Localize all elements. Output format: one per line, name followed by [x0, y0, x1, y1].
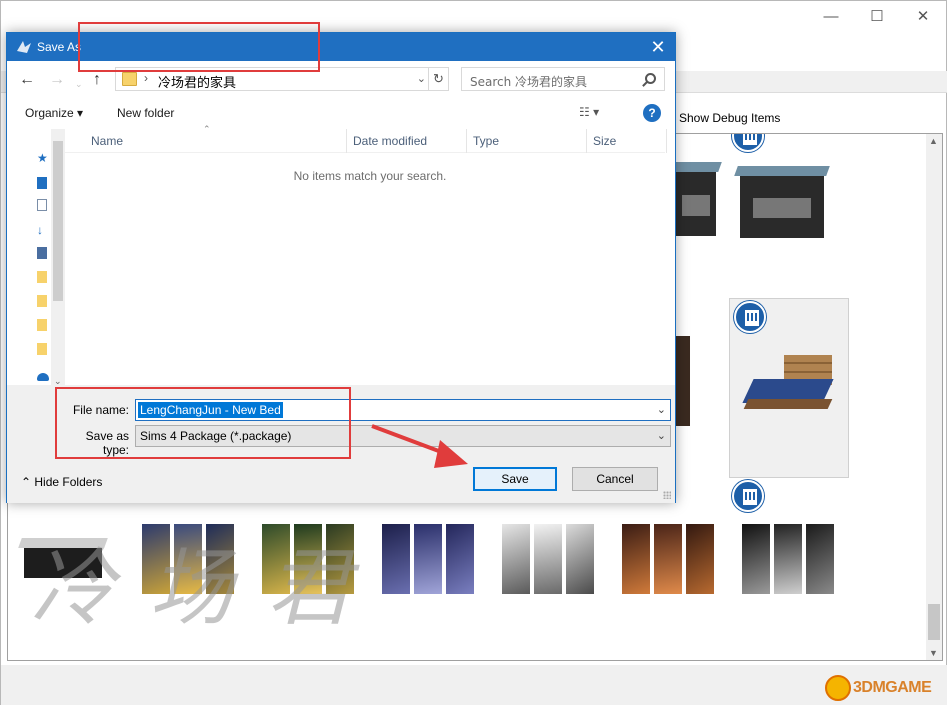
navigation-pane: ★ ↓ ⌄	[7, 129, 65, 389]
pictures-icon[interactable]	[37, 247, 47, 259]
folder-icon[interactable]	[37, 343, 47, 355]
view-options-icon[interactable]: ☷ ▾	[579, 105, 599, 119]
up-arrow-icon[interactable]: ↑	[93, 72, 101, 88]
building-icon	[734, 301, 766, 333]
command-bar: Organize ▾ New folder ☷ ▾ ?	[7, 101, 675, 127]
recent-locations-chevron-icon[interactable]: ⌄	[75, 76, 83, 92]
catalog-scrollbar[interactable]: ▲ ▼	[926, 134, 942, 660]
column-size[interactable]: Size	[587, 129, 667, 153]
search-input[interactable]: Search 冷场君的家具	[461, 67, 665, 91]
catalog-item-stove[interactable]	[670, 162, 722, 238]
refresh-icon[interactable]: ↻	[428, 68, 448, 90]
catalog-item-stove[interactable]	[734, 164, 830, 240]
documents-icon[interactable]	[37, 199, 47, 211]
search-placeholder: Search 冷场君的家具	[470, 75, 588, 89]
building-icon	[732, 134, 764, 152]
save-as-type-dropdown-chevron-icon[interactable]: ⌄	[657, 429, 666, 442]
column-name[interactable]: Name	[85, 129, 347, 153]
downloads-icon[interactable]: ↓	[37, 223, 47, 237]
file-name-dropdown-chevron-icon[interactable]: ⌄	[657, 403, 666, 416]
cancel-button[interactable]: Cancel	[572, 467, 658, 491]
back-arrow-icon[interactable]: ←	[19, 72, 35, 88]
folder-icon[interactable]	[37, 319, 47, 331]
catalog-item-wall-art[interactable]	[502, 524, 598, 594]
empty-list-message: No items match your search.	[293, 169, 447, 183]
catalog-item-wall-art[interactable]	[622, 524, 718, 594]
column-type[interactable]: Type	[467, 129, 587, 153]
save-options-pane: File name: LengChangJun - New Bed ⌄ Save…	[7, 385, 675, 503]
column-headers: Name ⌃ Date modified Type Size	[65, 124, 667, 153]
catalog-item-bed-selected[interactable]	[729, 298, 849, 478]
minimize-button[interactable]: —	[821, 7, 841, 27]
catalog-item-wall-art[interactable]	[742, 524, 838, 594]
scroll-up-icon[interactable]: ▲	[929, 136, 938, 146]
logo-text: 3DMGAME	[853, 679, 932, 696]
bed-image	[740, 355, 840, 415]
catalog-item-cooktop[interactable]	[18, 534, 108, 584]
quick-access-star-icon[interactable]: ★	[37, 151, 48, 165]
file-list[interactable]: Name ⌃ Date modified Type Size No items …	[65, 124, 675, 385]
column-date-modified[interactable]: Date modified	[347, 129, 467, 153]
navigation-bar: ← → ⌄ ↑ › 冷场君的家具 ⌄ ↻ Search 冷场君的家具	[7, 61, 675, 101]
save-as-type-label: Save as type:	[85, 429, 129, 457]
address-bar[interactable]: › 冷场君的家具 ⌄ ↻	[115, 67, 449, 91]
onedrive-icon[interactable]	[37, 373, 49, 381]
folder-icon	[122, 72, 137, 86]
close-app-button[interactable]: ✕	[913, 7, 933, 27]
building-icon	[732, 480, 764, 512]
maximize-button[interactable]: ☐	[867, 7, 887, 27]
navpane-scroll-thumb[interactable]	[53, 141, 63, 301]
save-as-dialog: Save As ✕ ← → ⌄ ↑ › 冷场君的家具 ⌄ ↻ Search 冷场…	[6, 32, 676, 503]
save-as-type-value: Sims 4 Package (*.package)	[140, 429, 292, 443]
scroll-down-icon[interactable]: ▼	[929, 648, 938, 658]
new-folder-button[interactable]: New folder	[117, 106, 174, 120]
sort-ascending-icon: ⌃	[203, 124, 211, 134]
folder-icon[interactable]	[37, 271, 47, 283]
catalog-item-wardrobe[interactable]	[676, 336, 690, 426]
save-as-type-select[interactable]: Sims 4 Package (*.package) ⌄	[135, 425, 671, 447]
desktop-icon[interactable]	[37, 177, 47, 189]
scroll-thumb[interactable]	[928, 604, 940, 640]
search-icon[interactable]	[645, 73, 656, 84]
organize-button[interactable]: Organize ▾	[25, 106, 83, 120]
forward-arrow-icon[interactable]: →	[49, 72, 65, 88]
folder-icon[interactable]	[37, 295, 47, 307]
file-name-label: File name:	[72, 403, 129, 417]
navpane-scrollbar[interactable]: ⌄	[51, 129, 65, 389]
help-icon[interactable]: ?	[643, 104, 661, 122]
site-logo: 3DMGAME	[813, 675, 945, 701]
app-icon	[17, 41, 31, 53]
save-button[interactable]: Save	[473, 467, 557, 491]
address-dropdown-chevron-icon[interactable]: ⌄	[417, 72, 426, 85]
breadcrumb-separator[interactable]: ›	[144, 71, 148, 85]
breadcrumb-current-folder[interactable]: 冷场君的家具	[158, 72, 236, 91]
resize-grip-icon[interactable]	[663, 491, 671, 499]
show-debug-items-option[interactable]: Show Debug Items	[679, 111, 780, 125]
dialog-close-button[interactable]: ✕	[647, 36, 669, 58]
catalog-item-wall-art[interactable]	[142, 524, 238, 594]
dialog-title: Save As	[37, 40, 82, 54]
hide-folders-button[interactable]: ⌃ Hide Folders	[21, 475, 102, 489]
app-status-bar	[1, 665, 947, 705]
catalog-item-wall-art[interactable]	[262, 524, 358, 594]
file-name-value[interactable]: LengChangJun - New Bed	[138, 402, 283, 418]
dialog-titlebar[interactable]: Save As ✕	[7, 33, 675, 61]
file-name-input[interactable]: LengChangJun - New Bed ⌄	[135, 399, 671, 421]
catalog-item-wall-art[interactable]	[382, 524, 478, 594]
logo-mascot-icon	[825, 675, 851, 701]
